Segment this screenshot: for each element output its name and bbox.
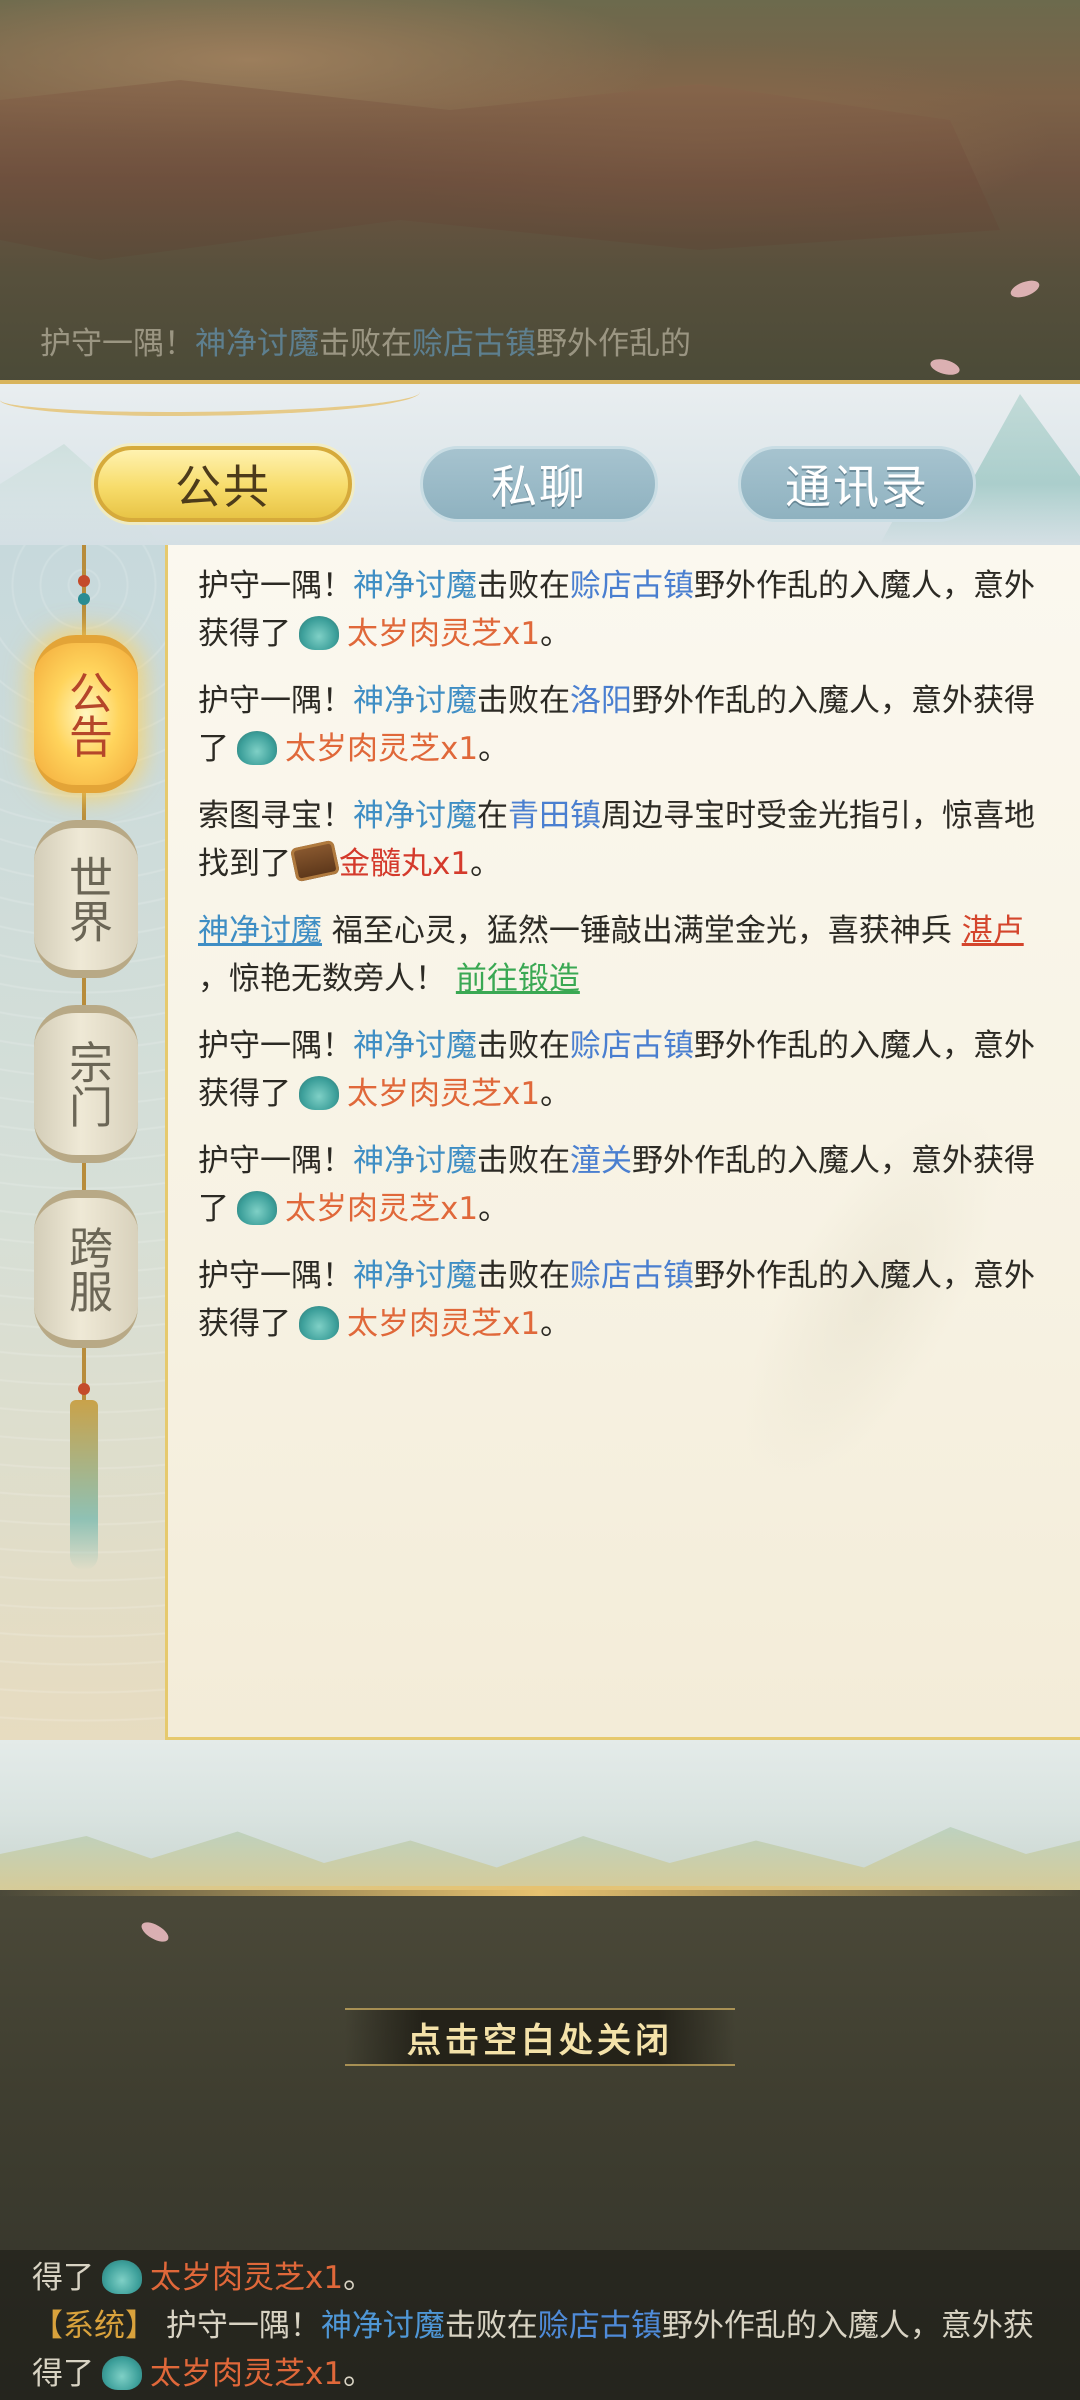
location-link[interactable]: 洛阳: [570, 683, 632, 719]
message-item: 护守一隅！神净讨魔击败在洛阳野外作乱的入魔人，意外获得了 太岁肉灵芝x1。: [198, 683, 1035, 767]
message-item: 护守一隅！神净讨魔击败在潼关野外作乱的入魔人，意外获得了 太岁肉灵芝x1。: [198, 1143, 1035, 1227]
bead-decoration: [78, 1383, 90, 1395]
item-link[interactable]: 太岁肉灵芝x1: [285, 731, 478, 767]
item-link[interactable]: 太岁肉灵芝x1: [285, 1191, 478, 1227]
channel-world[interactable]: 世界: [34, 820, 138, 978]
lingzhi-herb-icon: [299, 1306, 339, 1340]
message-item: 索图寻宝！神净讨魔在青田镇周边寻宝时受金光指引，惊喜地找到了 金髓丸x1。: [198, 798, 1035, 883]
channel-announcement[interactable]: 公告: [34, 635, 138, 793]
location-link[interactable]: 赊店古镇: [570, 568, 694, 604]
player-name-link[interactable]: 神净讨魔: [198, 913, 322, 949]
channel-label: 宗门: [61, 1040, 112, 1128]
tab-contacts[interactable]: 通讯录: [738, 446, 976, 522]
channel-sect[interactable]: 宗门: [34, 1005, 138, 1163]
message-item: 护守一隅！神净讨魔击败在赊店古镇野外作乱的入魔人，意外获得了 太岁肉灵芝x1。: [198, 568, 1035, 652]
lingzhi-herb-icon: [102, 2356, 142, 2390]
player-name-link[interactable]: 神净讨魔: [353, 1143, 477, 1179]
tassel-decoration: [70, 1400, 98, 1570]
tab-public[interactable]: 公共: [94, 446, 352, 522]
channel-label: 公告: [61, 670, 112, 758]
mountain-decoration: [0, 1827, 1080, 1890]
message-item: 护守一隅！神净讨魔击败在赊店古镇野外作乱的入魔人，意外获得了 太岁肉灵芝x1。: [198, 1258, 1035, 1342]
close-hint[interactable]: 点击空白处关闭: [345, 2008, 735, 2066]
gold-swirl-decoration: [0, 1886, 1080, 1896]
player-name-link[interactable]: 神净讨魔: [353, 683, 477, 719]
chat-line: 得了 太岁肉灵芝x1。: [32, 2260, 375, 2296]
chat-panel: 公共 私聊 通讯录 公告 世界 宗门 跨服 护守一隅！神净讨魔击败在赊店古镇野外…: [0, 380, 1080, 1896]
message-item: 神净讨魔 福至心灵，猛然一锤敲出满堂金光，喜获神兵 湛卢 ，惊艳无数旁人！ 前往…: [198, 913, 1024, 997]
go-forge-link[interactable]: 前往锻造: [456, 961, 580, 997]
chat-line: 【系统】 护守一隅！神净讨魔击败在赊店古镇野外作乱的入魔人，意外获得了 太岁肉灵芝…: [32, 2308, 1034, 2392]
player-name-link[interactable]: 神净讨魔: [353, 1028, 477, 1064]
channel-cross-server[interactable]: 跨服: [34, 1190, 138, 1348]
bead-decoration: [78, 593, 90, 605]
item-link[interactable]: 太岁肉灵芝x1: [347, 1076, 540, 1112]
lingzhi-herb-icon: [102, 2260, 142, 2294]
bead-decoration: [78, 575, 90, 587]
pill-box-icon: [289, 839, 341, 883]
tab-private-chat[interactable]: 私聊: [420, 446, 658, 522]
message-item: 护守一隅！神净讨魔击败在赊店古镇野外作乱的入魔人，意外获得了 太岁肉灵芝x1。: [198, 1028, 1035, 1112]
item-link[interactable]: 太岁肉灵芝x1: [347, 616, 540, 652]
channel-label: 世界: [61, 855, 112, 943]
weapon-link[interactable]: 湛卢: [962, 913, 1024, 949]
player-name-link[interactable]: 神净讨魔: [353, 798, 477, 834]
location-link[interactable]: 赊店古镇: [570, 1028, 694, 1064]
item-link[interactable]: 金髓丸x1: [339, 846, 470, 882]
channel-label: 跨服: [61, 1225, 112, 1313]
player-name-link[interactable]: 神净讨魔: [353, 568, 477, 604]
background-cliff: [0, 80, 1000, 260]
lingzhi-herb-icon: [237, 1191, 277, 1225]
lingzhi-herb-icon: [299, 1076, 339, 1110]
player-name-link[interactable]: 神净讨魔: [353, 1258, 477, 1294]
gold-swirl-decoration: [0, 376, 420, 416]
location-link[interactable]: 青田镇: [508, 798, 601, 834]
panel-header: 公共 私聊 通讯录: [0, 380, 1080, 545]
lingzhi-herb-icon: [237, 731, 277, 765]
message-list[interactable]: 护守一隅！神净讨魔击败在赊店古镇野外作乱的入魔人，意外获得了 太岁肉灵芝x1。 护…: [168, 545, 1080, 1740]
bottom-chat-bar[interactable]: 得了 太岁肉灵芝x1。 【系统】 护守一隅！神净讨魔击败在赊店古镇野外作乱的入魔人…: [0, 2250, 1080, 2400]
background-ticker: 护守一隅！神净讨魔击败在赊店古镇野外作乱的: [40, 326, 691, 362]
panel-footer: [0, 1740, 1080, 1896]
channel-rail: 公告 世界 宗门 跨服: [0, 545, 168, 1740]
system-tag: 【系统】: [32, 2308, 156, 2344]
location-link[interactable]: 潼关: [570, 1143, 632, 1179]
lingzhi-herb-icon: [299, 616, 339, 650]
location-link[interactable]: 赊店古镇: [570, 1258, 694, 1294]
item-link[interactable]: 太岁肉灵芝x1: [347, 1306, 540, 1342]
